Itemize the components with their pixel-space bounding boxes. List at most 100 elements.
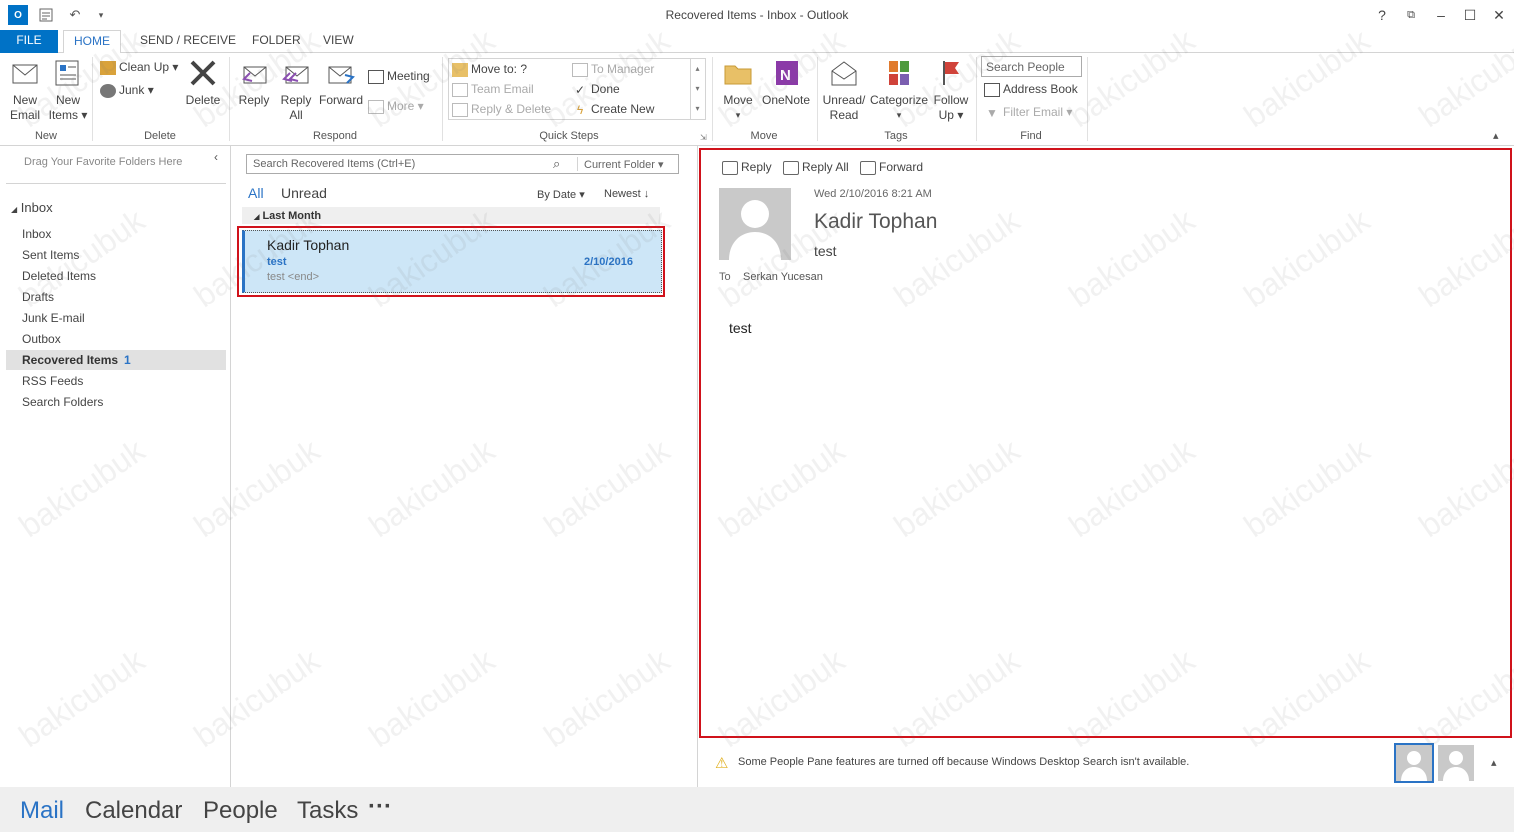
folder-rss-feeds[interactable]: RSS Feeds	[22, 374, 83, 388]
group-quick-steps-label: Quick Steps	[539, 130, 599, 142]
folder-search-folders[interactable]: Search Folders	[22, 395, 103, 409]
message-list-pane: Search Recovered Items (Ctrl+E) ⌕ Curren…	[232, 146, 698, 787]
message-date: 2/10/2016	[584, 256, 633, 268]
delete-button[interactable]: Delete	[184, 57, 222, 108]
junk-button[interactable]: Junk ▾	[100, 81, 154, 99]
reading-reply-all-button[interactable]: Reply All	[783, 158, 849, 176]
quickstep-team-email[interactable]: Team Email	[452, 80, 534, 98]
reading-forward-label: Forward	[879, 160, 924, 174]
folder-deleted-items[interactable]: Deleted Items	[22, 269, 96, 283]
mailbox-root[interactable]: ◢ Inbox	[11, 200, 53, 215]
reading-forward-button[interactable]: Forward	[860, 158, 923, 176]
new-items-label-1: New	[55, 93, 80, 107]
ribbon: New Email New Items ▾ New Clean Up ▾ Jun…	[0, 53, 1514, 146]
quick-steps-launcher-icon[interactable]: ⇲	[700, 133, 707, 142]
ribbon-divider	[712, 57, 713, 141]
forward-label: Forward	[318, 93, 363, 107]
unread-count-badge: 1	[124, 353, 131, 367]
reading-sender-name[interactable]: Kadir Tophan	[814, 210, 937, 234]
forward-icon	[328, 66, 355, 84]
sort-order-toggle[interactable]: Newest ↓	[604, 188, 649, 200]
nav-tasks[interactable]: Tasks	[297, 797, 358, 825]
sort-by-dropdown[interactable]: By Date ▾	[537, 188, 585, 201]
group-header[interactable]: ◢ Last Month	[242, 207, 660, 224]
onenote-button[interactable]: N OneNote	[760, 57, 812, 108]
search-scope-dropdown[interactable]: Current Folder ▾	[584, 158, 664, 171]
nav-mail[interactable]: Mail	[20, 797, 64, 825]
filter-all[interactable]: All	[248, 185, 264, 201]
help-icon[interactable]: ?	[1371, 5, 1393, 25]
collapse-folder-pane-icon[interactable]: ‹	[214, 150, 218, 164]
address-book-button[interactable]: Address Book	[984, 80, 1078, 98]
move-button[interactable]: Move ▾	[718, 57, 758, 123]
folder-outbox[interactable]: Outbox	[22, 332, 61, 346]
sender-avatar[interactable]	[719, 188, 791, 260]
expand-people-pane-icon[interactable]: ▴	[1491, 756, 1497, 769]
people-pane-avatar[interactable]	[1438, 745, 1474, 781]
move-to-label: Move to: ?	[471, 62, 528, 76]
minimize-button[interactable]: –	[1430, 5, 1452, 25]
search-people-input[interactable]: Search People	[981, 56, 1082, 77]
new-email-button[interactable]: New Email	[6, 57, 44, 123]
maximize-button[interactable]: ☐	[1459, 5, 1481, 25]
tab-home[interactable]: HOME	[63, 30, 121, 54]
recipient-name[interactable]: Serkan Yucesan	[743, 271, 823, 283]
new-items-button[interactable]: New Items ▾	[48, 57, 88, 123]
filter-email-button[interactable]: ▼ Filter Email ▾	[984, 103, 1072, 121]
junk-icon	[100, 83, 116, 98]
to-manager-icon	[572, 62, 588, 77]
folder-recovered-items-label: Recovered Items	[22, 353, 119, 367]
team-email-icon	[452, 82, 468, 97]
quickstep-move-to[interactable]: Move to: ?	[452, 60, 527, 78]
filter-unread[interactable]: Unread	[281, 185, 327, 201]
quick-steps-scroll[interactable]: ▴ ▾ ▾	[690, 59, 704, 119]
reply-icon	[242, 66, 267, 84]
folder-junk-email[interactable]: Junk E-mail	[22, 311, 85, 325]
warning-icon: ⚠	[715, 755, 729, 772]
unread-read-button[interactable]: Unread/ Read	[820, 57, 868, 123]
quickstep-reply-delete[interactable]: Reply & Delete	[452, 100, 551, 118]
reply-button[interactable]: Reply	[234, 57, 274, 108]
delete-x-icon	[190, 60, 216, 86]
more-respond-button[interactable]: More ▾	[368, 97, 424, 115]
tab-folder[interactable]: FOLDER	[242, 30, 311, 53]
clean-up-button[interactable]: Clean Up ▾	[100, 58, 178, 76]
meeting-icon	[368, 69, 384, 84]
ribbon-tabs: FILE HOME SEND / RECEIVE FOLDER VIEW	[0, 30, 1514, 54]
tab-view[interactable]: VIEW	[313, 30, 364, 53]
svg-text:N: N	[780, 67, 791, 84]
folder-sent-items[interactable]: Sent Items	[22, 248, 79, 262]
categorize-button[interactable]: Categorize ▾	[870, 57, 928, 123]
tab-send-receive[interactable]: SEND / RECEIVE	[130, 30, 246, 53]
collapse-triangle-icon: ◢	[254, 214, 260, 221]
folder-inbox[interactable]: Inbox	[22, 227, 51, 241]
address-book-label: Address Book	[1003, 82, 1078, 96]
follow-up-button[interactable]: Follow Up ▾	[930, 57, 972, 123]
junk-label: Junk	[119, 83, 145, 97]
meeting-button[interactable]: Meeting	[368, 67, 430, 85]
search-icon[interactable]: ⌕	[553, 156, 560, 172]
search-input[interactable]: Search Recovered Items (Ctrl+E)	[253, 158, 415, 170]
close-button[interactable]: ✕	[1488, 5, 1510, 25]
people-pane-avatar-selected[interactable]	[1394, 743, 1434, 783]
quickstep-create-new[interactable]: ϟ Create New	[572, 100, 655, 118]
unread-label-2: Read	[829, 108, 859, 122]
quickstep-done[interactable]: ✓ Done	[572, 80, 620, 98]
group-delete-label: Delete	[144, 130, 176, 142]
forward-button[interactable]: Forward	[318, 57, 364, 108]
search-box[interactable]: Search Recovered Items (Ctrl+E) ⌕ Curren…	[246, 154, 679, 174]
reading-reply-button[interactable]: Reply	[722, 158, 772, 176]
nav-more[interactable]: ···	[368, 793, 392, 821]
sort-by-label: By Date	[537, 189, 577, 201]
quickstep-to-manager[interactable]: To Manager	[572, 60, 654, 78]
favorites-drag-hint: Drag Your Favorite Folders Here	[24, 156, 183, 168]
collapse-ribbon-icon[interactable]: ▴	[1493, 129, 1499, 142]
ribbon-display-options-icon[interactable]: ⧉	[1400, 5, 1422, 25]
nav-people[interactable]: People	[203, 797, 278, 825]
folder-recovered-items[interactable]: Recovered Items 1	[6, 350, 226, 370]
folder-drafts[interactable]: Drafts	[22, 290, 54, 304]
reply-all-button[interactable]: Reply All	[276, 57, 316, 123]
message-item[interactable]: Kadir Tophan test 2/10/2016 test <end>	[242, 230, 662, 293]
nav-calendar[interactable]: Calendar	[85, 797, 182, 825]
tab-file[interactable]: FILE	[0, 30, 58, 53]
